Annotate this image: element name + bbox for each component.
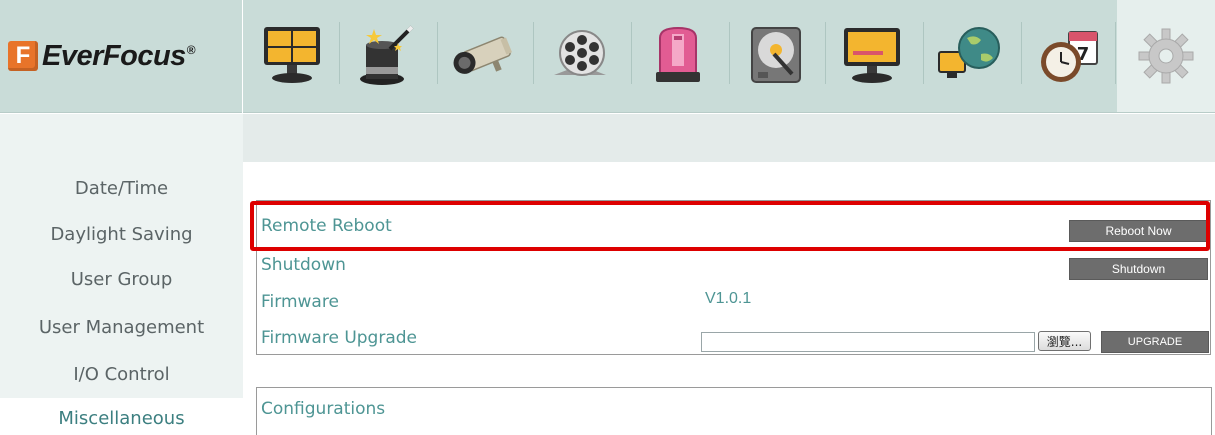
browse-button[interactable]: 瀏覽... [1038, 331, 1091, 351]
brand-name-text: EverFocus [42, 39, 186, 72]
configurations-label: Configurations [261, 399, 386, 419]
sidebar-item-user-management[interactable]: User Management [0, 304, 243, 350]
shutdown-button[interactable]: Shutdown [1069, 258, 1208, 280]
reboot-now-button[interactable]: Reboot Now [1069, 220, 1208, 242]
firmware-upgrade-label: Firmware Upgrade [261, 328, 417, 348]
sidebar-item-daylight-saving[interactable]: Daylight Saving [0, 211, 243, 257]
schedule-clock-calendar-icon[interactable]: 7 [1023, 10, 1113, 100]
camera-icon[interactable] [439, 10, 529, 100]
registered-mark: ® [186, 42, 196, 57]
brand-logo: F EverFocus® [0, 0, 242, 113]
network-globe-icon[interactable] [925, 10, 1015, 100]
magic-hat-wizard-icon[interactable] [341, 10, 431, 100]
firmware-label: Firmware [261, 292, 339, 312]
settings-sidebar: Date/Time Daylight Saving User Group Use… [0, 114, 243, 435]
film-reel-playback-icon[interactable] [535, 10, 625, 100]
logo-mark-icon: F [8, 41, 38, 71]
monitor-display-icon[interactable] [827, 10, 917, 100]
sub-header-bar [243, 114, 1215, 162]
firmware-file-input[interactable] [701, 332, 1035, 352]
alarm-light-icon[interactable] [633, 10, 723, 100]
remote-reboot-label: Remote Reboot [261, 216, 392, 236]
gear-system-icon[interactable] [1117, 0, 1215, 112]
live-view-grid-icon[interactable] [247, 10, 337, 100]
hard-disk-icon[interactable] [731, 10, 821, 100]
sidebar-item-io-control[interactable]: I/O Control [0, 351, 243, 397]
sidebar-item-user-group[interactable]: User Group [0, 256, 243, 302]
sidebar-item-miscellaneous[interactable]: Miscellaneous [0, 398, 243, 435]
shutdown-label: Shutdown [261, 255, 346, 275]
brand-name: EverFocus® [42, 39, 196, 73]
upgrade-button[interactable]: UPGRADE [1101, 331, 1209, 353]
sidebar-item-date-time[interactable]: Date/Time [0, 165, 243, 211]
firmware-version: V1.0.1 [705, 290, 752, 307]
main-toolbar: 7 [243, 0, 1215, 113]
configurations-panel [256, 387, 1212, 435]
